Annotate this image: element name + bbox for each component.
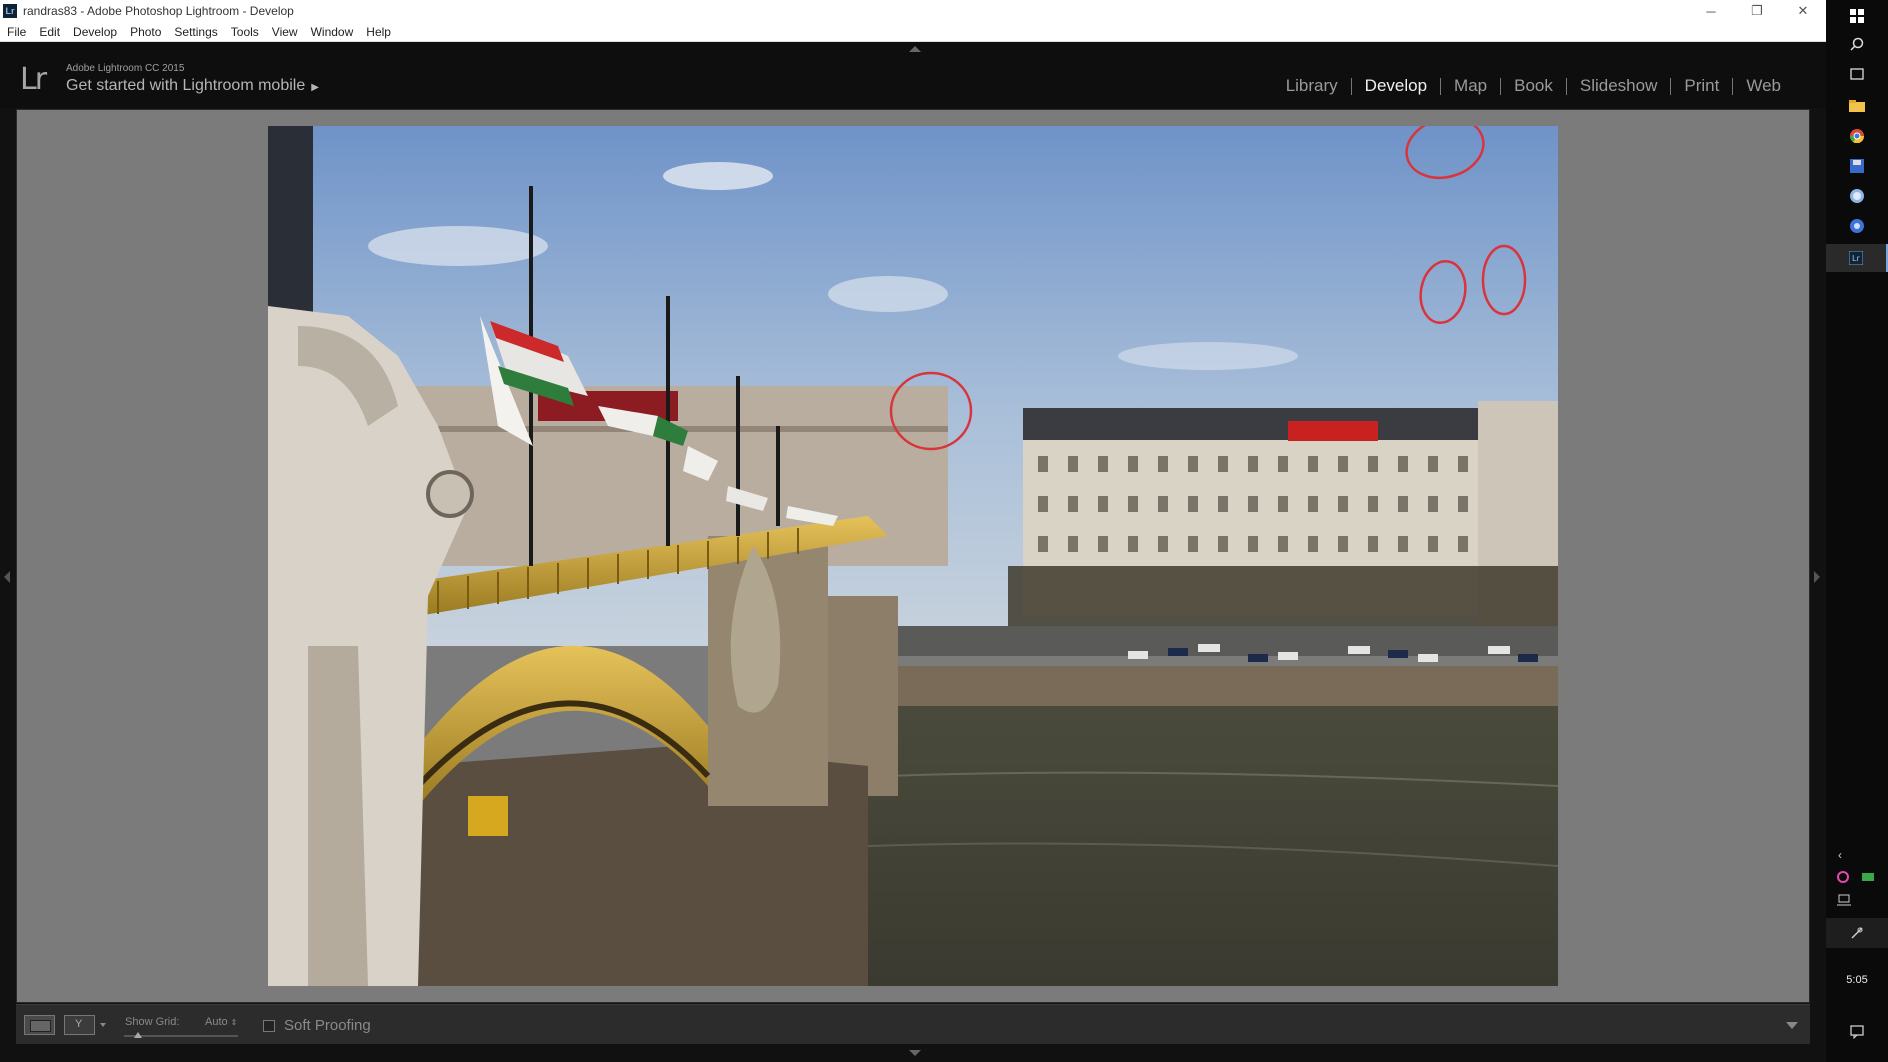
menu-bar: File Edit Develop Photo Settings Tools V… [0,22,1826,42]
annotation-circles [889,126,1527,451]
play-arrow-icon: ▶ [311,82,319,93]
menu-edit[interactable]: Edit [39,25,60,39]
grid-size-slider[interactable] [124,1032,238,1038]
soft-proofing-toggle[interactable]: Soft Proofing [263,1017,371,1034]
windows-start-icon[interactable] [1826,2,1888,30]
menu-settings[interactable]: Settings [174,25,217,39]
menu-view[interactable]: View [272,25,298,39]
soft-proofing-label: Soft Proofing [284,1017,371,1034]
svg-text:Lr: Lr [1852,254,1860,263]
notification-icon[interactable] [1826,1018,1888,1046]
module-book[interactable]: Book [1501,76,1566,96]
lightroom-mobile-link[interactable]: Get started with Lightroom mobile ▶ [66,77,319,95]
module-library[interactable]: Library [1273,76,1351,96]
menu-window[interactable]: Window [311,25,354,39]
module-web[interactable]: Web [1733,76,1794,96]
menu-photo[interactable]: Photo [130,25,161,39]
annotation-circle [889,371,973,451]
menu-develop[interactable]: Develop [73,25,117,39]
window-title: randras83 - Adobe Photoshop Lightroom - … [23,4,294,18]
soft-proofing-checkbox[interactable] [263,1019,275,1032]
minimize-button[interactable]: ─ [1688,0,1734,22]
lightroom-app-icon: Lr [3,4,17,18]
grid-select-value: Auto [205,1016,228,1028]
before-after-dropdown-icon[interactable] [100,1023,106,1027]
right-panel-toggle-icon[interactable] [1814,571,1820,583]
file-explorer-icon[interactable] [1826,92,1888,120]
menu-tools[interactable]: Tools [231,25,259,39]
menu-help[interactable]: Help [366,25,391,39]
close-button[interactable]: ✕ [1780,0,1826,22]
lightroom-taskbar-button[interactable]: Lr [1826,244,1888,272]
color-wheel-icon[interactable] [1837,871,1849,886]
module-list: Library Develop Map Book Slideshow Print… [1273,76,1794,96]
photo-canvas[interactable] [268,126,1558,986]
left-panel-toggle-icon[interactable] [4,571,10,583]
show-grid-select[interactable]: Auto ⇕ [205,1016,237,1028]
task-view-icon[interactable] [1826,60,1888,88]
save-disk-icon[interactable] [1826,152,1888,180]
product-name: Adobe Lightroom CC 2015 [66,63,185,74]
module-develop[interactable]: Develop [1352,76,1440,96]
updown-arrow-icon: ⇕ [230,1018,238,1027]
chevron-left-icon[interactable]: ‹ [1838,848,1842,862]
card-icon[interactable] [1862,871,1874,885]
toolbar-content-menu-icon[interactable] [1786,1022,1798,1029]
restore-button[interactable]: ❐ [1734,0,1780,22]
annotation-circle [1419,259,1467,325]
module-slideshow[interactable]: Slideshow [1567,76,1671,96]
network-icon[interactable] [1837,894,1851,909]
slider-thumb[interactable] [134,1032,142,1038]
menu-file[interactable]: File [7,25,26,39]
develop-toolbar: Show Grid: Auto⇕ Soft Proofing [16,1004,1810,1044]
loupe-view-button[interactable] [24,1015,55,1035]
pen-icon[interactable] [1826,918,1888,948]
window-title-bar: Lr randras83 - Adobe Photoshop Lightroom… [0,0,1826,22]
chrome-icon[interactable] [1826,122,1888,150]
collapse-top-panel-icon[interactable] [909,46,921,52]
module-picker-bar: Lr Adobe Lightroom CC 2015 Get started w… [0,42,1826,108]
lr-logo: Lr [20,62,47,97]
before-after-view-button[interactable] [64,1015,95,1035]
module-print[interactable]: Print [1671,76,1732,96]
chrome-alt-icon[interactable] [1826,212,1888,240]
windows-taskbar: Lr ‹ 5:05 [1826,0,1888,1062]
taskbar-clock[interactable]: 5:05 [1826,974,1888,986]
window-controls: ─ ❐ ✕ [1688,0,1826,22]
lightroom-app-icon: Lr [1849,251,1863,265]
globe-icon[interactable] [1826,182,1888,210]
mobile-link-label: Get started with Lightroom mobile [66,77,306,94]
module-map[interactable]: Map [1441,76,1500,96]
search-icon[interactable] [1826,30,1888,58]
annotation-circle [1405,126,1485,180]
annotation-circle [1481,244,1527,316]
collapse-filmstrip-icon[interactable] [909,1050,921,1056]
show-grid-label: Show Grid: [125,1016,180,1028]
